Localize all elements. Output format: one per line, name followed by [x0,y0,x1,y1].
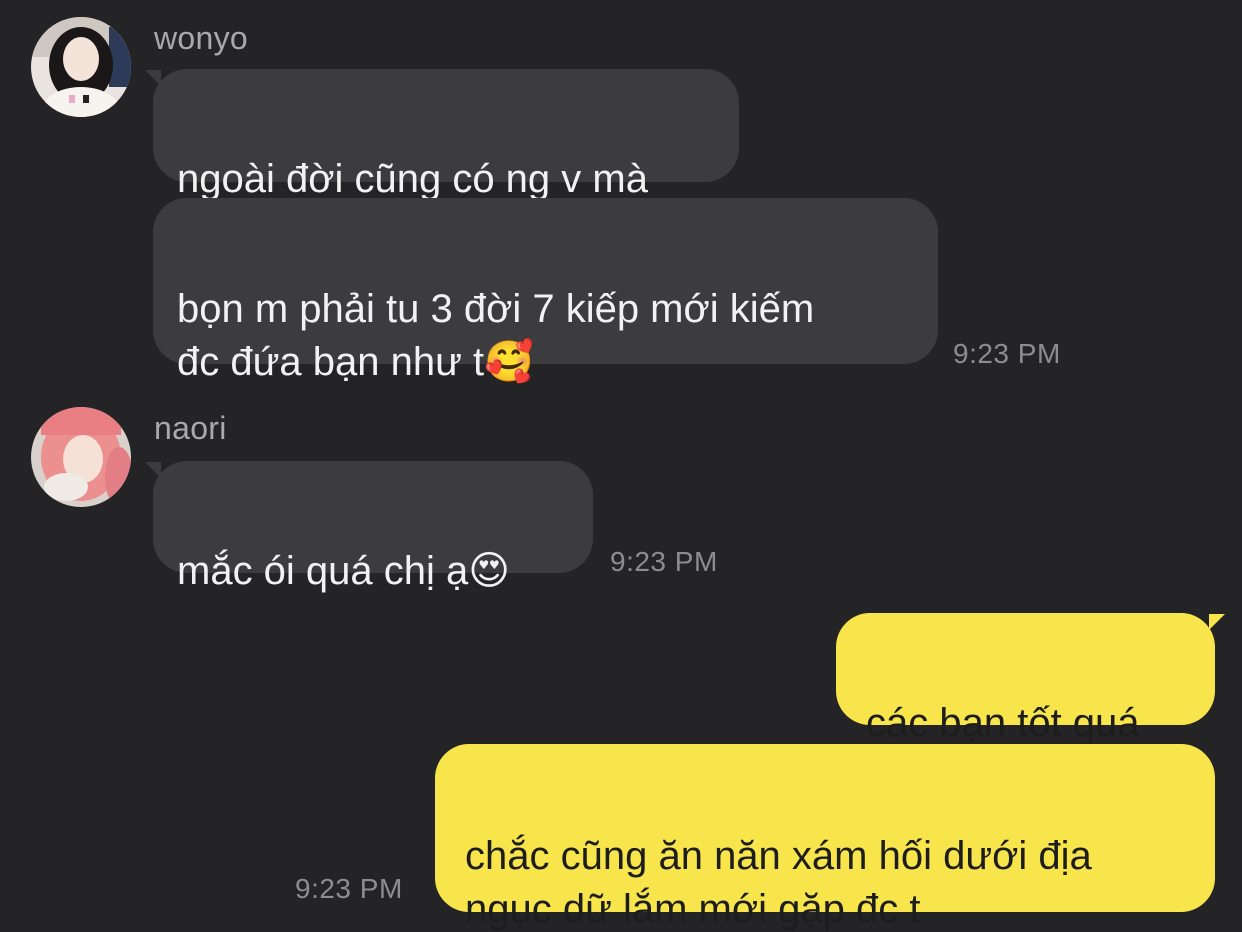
avatar-naori[interactable] [31,407,131,507]
message-text: chắc cũng ăn năn xám hối dưới địa ngục d… [465,834,1092,931]
timestamp: 9:23 PM [610,546,718,577]
message-bubble[interactable]: ngoài đời cũng có ng v mà [153,69,739,201]
chat-view: wonyo ngoài đời cũng có ng v mà bọn m ph… [0,0,1242,932]
message-bubble[interactable]: các bạn tốt quá [836,613,1215,745]
message-text: các bạn tốt quá [866,701,1140,745]
message-bubble[interactable]: mắc ói quá chị ạ😍 [153,461,593,593]
message-bubble[interactable]: bọn m phải tu 3 đời 7 kiếp mới kiếm đc đ… [153,198,938,384]
sender-name: naori [154,410,227,446]
message-text: bọn m phải tu 3 đời 7 kiếp mới kiếm đc đ… [177,287,815,384]
message-text: mắc ói quá chị ạ😍 [177,549,510,593]
message-text: ngoài đời cũng có ng v mà [177,157,648,201]
timestamp: 9:23 PM [953,338,1061,369]
bubble-tail [1209,614,1225,630]
avatar-wonyo[interactable] [31,17,131,117]
timestamp: 9:23 PM [295,873,403,904]
message-bubble[interactable]: chắc cũng ăn năn xám hối dưới địa ngục d… [435,744,1215,931]
sender-name: wonyo [154,20,248,56]
